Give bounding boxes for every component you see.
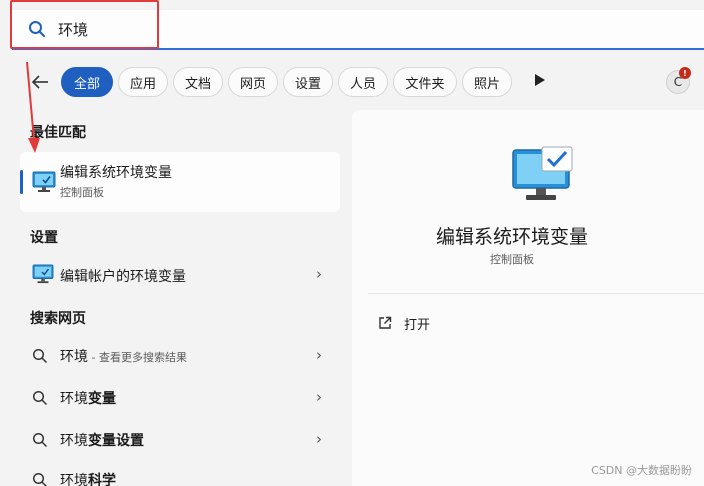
section-title-best-match: 最佳匹配 xyxy=(30,125,86,141)
monitor-settings-icon xyxy=(32,171,56,192)
detail-panel: 编辑系统环境变量 控制面板 打开 xyxy=(352,110,704,486)
section-title-settings: 设置 xyxy=(30,230,58,246)
chevron-right-icon: › xyxy=(316,346,322,364)
filter-chip-apps[interactable]: 应用 xyxy=(118,67,168,97)
chevron-right-icon: › xyxy=(316,265,322,283)
settings-result-title: 编辑帐户的环境变量 xyxy=(60,269,186,285)
filter-row: 全部 应用 文档 网页 设置 人员 文件夹 照片 C ! xyxy=(0,64,704,100)
filter-chip-web[interactable]: 网页 xyxy=(228,67,278,97)
web-result-item[interactable]: 环境变量设置 › xyxy=(20,420,340,460)
filter-chip-folders[interactable]: 文件夹 xyxy=(393,67,457,97)
search-icon xyxy=(32,472,48,486)
best-match-subtitle: 控制面板 xyxy=(60,186,104,199)
filter-chip-all[interactable]: 全部 xyxy=(61,67,113,97)
web-result-label: 环境变量 xyxy=(60,391,116,407)
search-bar[interactable]: 环境 xyxy=(12,10,704,50)
search-input[interactable]: 环境 xyxy=(58,19,88,40)
open-action[interactable]: 打开 xyxy=(378,312,430,334)
open-label: 打开 xyxy=(404,317,431,333)
open-external-icon xyxy=(379,316,392,329)
web-result-hint: - 查看更多搜索结果 xyxy=(88,351,187,364)
section-title-web: 搜索网页 xyxy=(30,311,86,327)
detail-title: 编辑系统环境变量 xyxy=(435,226,588,248)
watermark: CSDN @大数据盼盼 xyxy=(591,464,692,477)
selection-indicator xyxy=(20,170,23,194)
divider xyxy=(368,293,704,294)
search-icon xyxy=(32,432,48,448)
web-result-label: 环境 - 查看更多搜索结果 xyxy=(60,349,187,365)
settings-result-item[interactable]: 编辑帐户的环境变量 › xyxy=(20,254,340,294)
web-result-item[interactable]: 环境科学 xyxy=(20,460,340,486)
filter-chip-documents[interactable]: 文档 xyxy=(173,67,223,97)
filter-chip-people[interactable]: 人员 xyxy=(338,67,388,97)
search-icon xyxy=(32,348,48,364)
web-result-label: 环境科学 xyxy=(60,473,116,486)
web-result-label: 环境变量设置 xyxy=(60,433,144,449)
filter-chip-photos[interactable]: 照片 xyxy=(462,67,512,97)
web-result-item[interactable]: 环境变量 › xyxy=(20,378,340,418)
search-icon xyxy=(29,21,45,37)
web-result-item[interactable]: 环境 - 查看更多搜索结果 › xyxy=(20,336,340,376)
best-match-item[interactable]: 编辑系统环境变量 控制面板 xyxy=(20,152,340,212)
monitor-settings-icon xyxy=(512,146,573,200)
back-arrow-icon[interactable] xyxy=(28,70,52,94)
best-match-title: 编辑系统环境变量 xyxy=(60,165,172,181)
filter-chip-settings[interactable]: 设置 xyxy=(283,67,333,97)
notification-badge: ! xyxy=(679,67,691,79)
detail-subtitle: 控制面板 xyxy=(490,253,534,266)
monitor-settings-icon xyxy=(32,264,54,284)
chevron-right-icon: › xyxy=(316,430,322,448)
more-filters-play-icon[interactable] xyxy=(534,73,546,87)
chevron-right-icon: › xyxy=(316,388,322,406)
search-icon xyxy=(32,390,48,406)
